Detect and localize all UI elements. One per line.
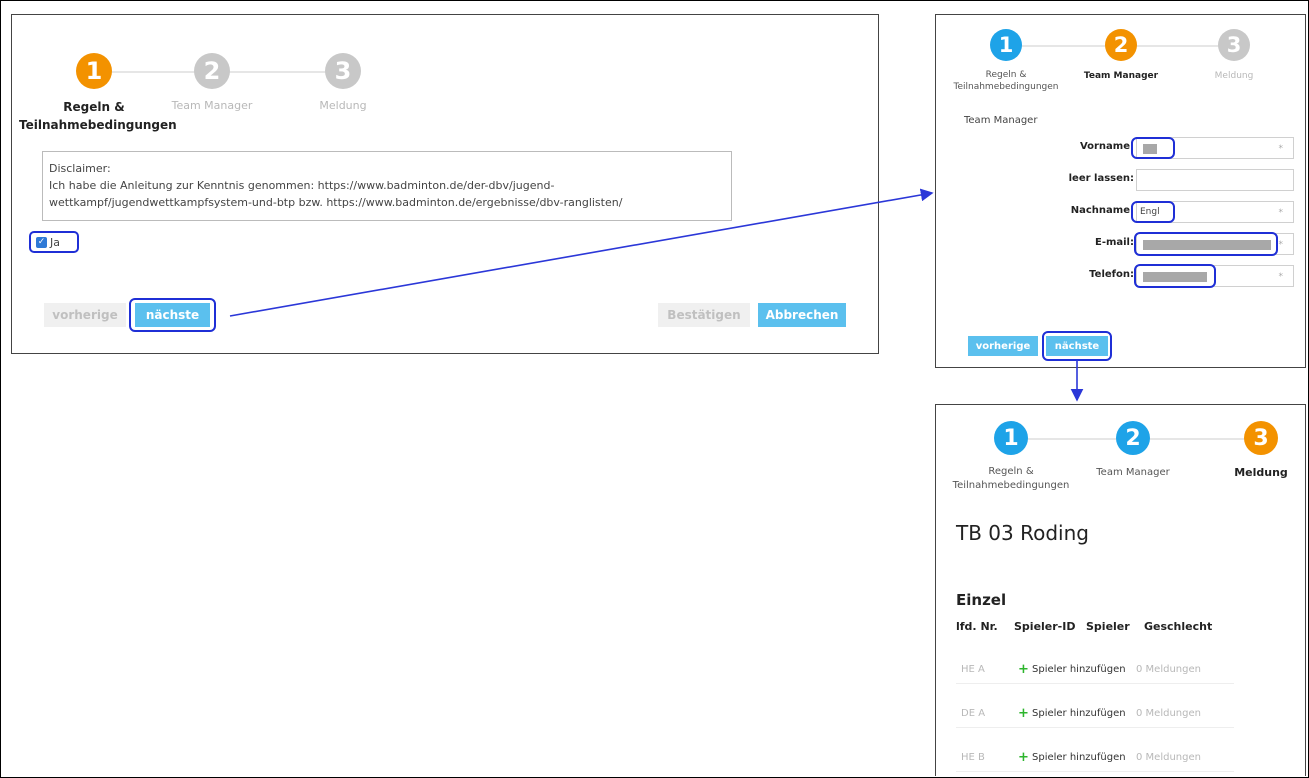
- arrow-to-team-manager: [229, 188, 934, 317]
- flow-arrows: [229, 188, 1084, 402]
